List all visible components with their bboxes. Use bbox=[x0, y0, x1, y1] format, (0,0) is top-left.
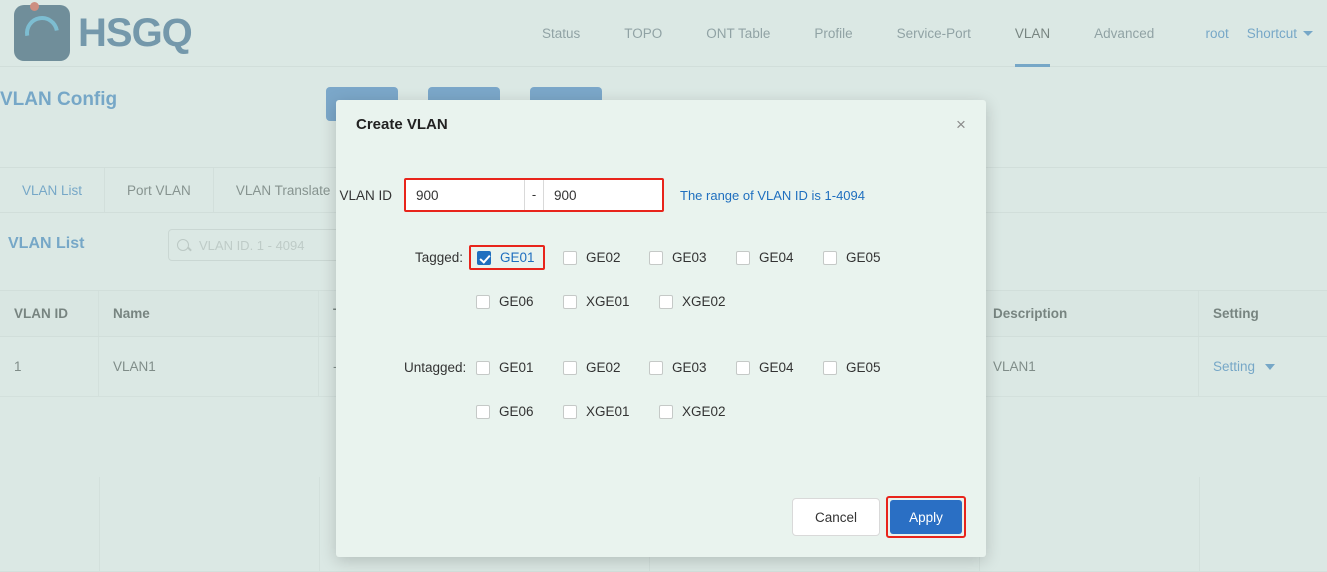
dialog-title: Create VLAN bbox=[356, 116, 448, 133]
untagged-port-xge01[interactable]: XGE01 bbox=[563, 404, 630, 419]
apply-button[interactable]: Apply bbox=[890, 500, 962, 534]
tagged-port-ge05-label: GE05 bbox=[846, 250, 881, 265]
checkbox-icon[interactable] bbox=[477, 250, 491, 265]
vlan-id-end-input[interactable] bbox=[544, 180, 662, 210]
untagged-port-ge03[interactable]: GE03 bbox=[649, 360, 707, 375]
checkbox-icon[interactable] bbox=[563, 360, 577, 375]
tagged-port-ge01[interactable]: GE01 bbox=[469, 245, 545, 270]
cancel-button[interactable]: Cancel bbox=[792, 498, 880, 536]
checkbox-icon[interactable] bbox=[823, 250, 837, 265]
untagged-port-ge02[interactable]: GE02 bbox=[563, 360, 621, 375]
checkbox-icon[interactable] bbox=[649, 250, 663, 265]
untagged-port-xge02-label: XGE02 bbox=[682, 404, 726, 419]
create-vlan-dialog: Create VLAN × bbox=[336, 100, 986, 557]
vlan-id-row: VLAN ID - The range of VLAN ID is 1-4094 bbox=[304, 178, 865, 212]
checkbox-icon[interactable] bbox=[659, 404, 673, 419]
untagged-port-xge02[interactable]: XGE02 bbox=[659, 404, 726, 419]
checkbox-icon[interactable] bbox=[736, 250, 750, 265]
tagged-port-ge02-label: GE02 bbox=[586, 250, 621, 265]
tagged-port-ge04[interactable]: GE04 bbox=[736, 250, 794, 265]
untagged-port-ge02-label: GE02 bbox=[586, 360, 621, 375]
apply-button-highlight: Apply bbox=[886, 496, 966, 538]
untagged-port-ge01[interactable]: GE01 bbox=[476, 360, 534, 375]
checkbox-icon[interactable] bbox=[823, 360, 837, 375]
tagged-port-ge01-label: GE01 bbox=[500, 250, 535, 265]
tagged-port-xge01[interactable]: XGE01 bbox=[563, 294, 630, 309]
vlan-id-start-input[interactable] bbox=[406, 180, 524, 210]
tagged-port-ge03[interactable]: GE03 bbox=[649, 250, 707, 265]
checkbox-icon[interactable] bbox=[476, 294, 490, 309]
checkbox-icon[interactable] bbox=[476, 404, 490, 419]
tagged-port-xge02[interactable]: XGE02 bbox=[659, 294, 726, 309]
checkbox-icon[interactable] bbox=[563, 250, 577, 265]
vlan-id-label: VLAN ID bbox=[339, 187, 392, 203]
untagged-label: Untagged: bbox=[404, 360, 467, 375]
untagged-port-ge06-label: GE06 bbox=[499, 404, 534, 419]
vlan-id-range-field[interactable]: - bbox=[404, 178, 664, 212]
untagged-port-ge04-label: GE04 bbox=[759, 360, 794, 375]
checkbox-icon[interactable] bbox=[476, 360, 490, 375]
untagged-port-ge05[interactable]: GE05 bbox=[823, 360, 881, 375]
tagged-port-ge06[interactable]: GE06 bbox=[476, 294, 534, 309]
range-separator: - bbox=[525, 180, 543, 210]
tagged-port-xge02-label: XGE02 bbox=[682, 294, 726, 309]
tagged-port-ge03-label: GE03 bbox=[672, 250, 707, 265]
checkbox-icon[interactable] bbox=[649, 360, 663, 375]
untagged-port-xge01-label: XGE01 bbox=[586, 404, 630, 419]
tagged-port-ge05[interactable]: GE05 bbox=[823, 250, 881, 265]
untagged-port-ge05-label: GE05 bbox=[846, 360, 881, 375]
checkbox-icon[interactable] bbox=[659, 294, 673, 309]
checkbox-icon[interactable] bbox=[563, 294, 577, 309]
tagged-label: Tagged: bbox=[415, 250, 464, 265]
tagged-port-ge06-label: GE06 bbox=[499, 294, 534, 309]
tagged-port-ge04-label: GE04 bbox=[759, 250, 794, 265]
tagged-port-xge01-label: XGE01 bbox=[586, 294, 630, 309]
vlan-id-range-hint: The range of VLAN ID is 1-4094 bbox=[680, 187, 865, 203]
checkbox-icon[interactable] bbox=[563, 404, 577, 419]
checkbox-icon[interactable] bbox=[736, 360, 750, 375]
untagged-port-ge01-label: GE01 bbox=[499, 360, 534, 375]
close-icon[interactable]: × bbox=[950, 114, 972, 136]
untagged-port-ge04[interactable]: GE04 bbox=[736, 360, 794, 375]
untagged-port-ge03-label: GE03 bbox=[672, 360, 707, 375]
tagged-port-ge02[interactable]: GE02 bbox=[563, 250, 621, 265]
untagged-port-ge06[interactable]: GE06 bbox=[476, 404, 534, 419]
